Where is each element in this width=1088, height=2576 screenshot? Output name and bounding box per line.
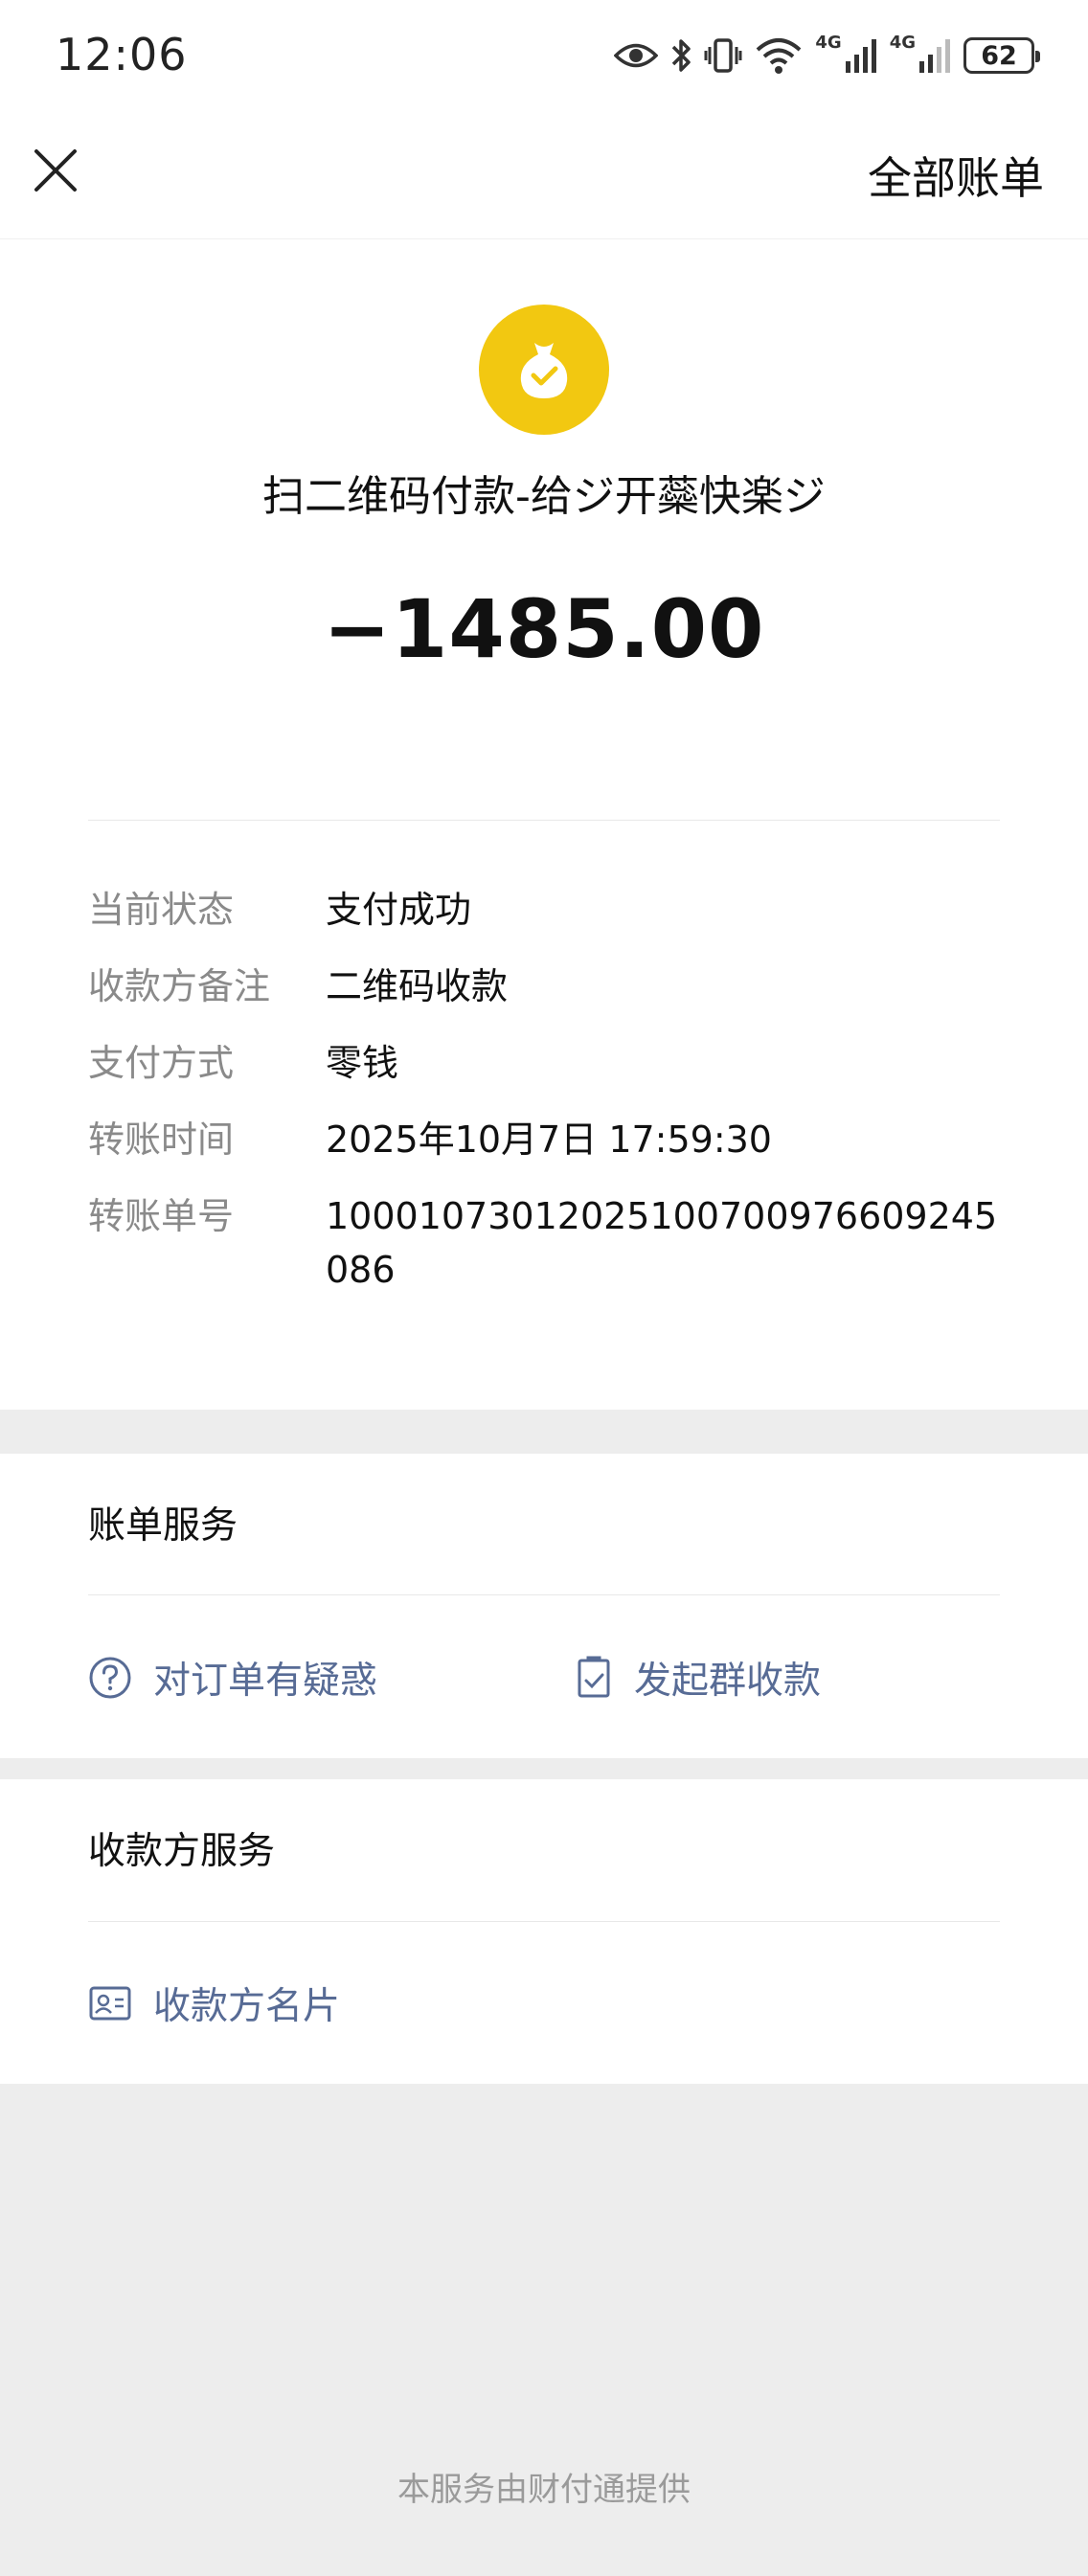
detail-row-payee-note: 收款方备注 二维码收款 xyxy=(88,960,1000,1013)
contact-card-icon xyxy=(89,1986,131,2021)
divider xyxy=(88,820,1000,821)
transaction-amount: −1485.00 xyxy=(323,582,765,676)
status-bar: 12:06 4G 4G 62 xyxy=(0,0,1088,115)
transaction-card: 扫二维码付款-给ジ开蘂快楽ジ −1485.00 当前状态 支付成功 收款方备注 … xyxy=(0,239,1088,1410)
detail-label: 支付方式 xyxy=(88,1042,235,1084)
payee-card-link[interactable]: 收款方名片 xyxy=(88,1977,340,2030)
wifi-icon xyxy=(757,38,802,74)
footer-provider-note: 本服务由财付通提供 xyxy=(397,2471,691,2509)
detail-value: 支付成功 xyxy=(326,889,472,931)
all-bills-button[interactable]: 全部账单 xyxy=(868,144,1044,207)
group-receipt-label: 发起群收款 xyxy=(634,1660,822,1703)
nav-bar: 全部账单 xyxy=(0,115,1088,239)
detail-value: 2025年10月7日 17:59:30 xyxy=(326,1119,772,1161)
payee-card-label: 收款方名片 xyxy=(153,1985,341,2028)
question-circle-icon xyxy=(89,1657,131,1699)
detail-label: 转账时间 xyxy=(88,1119,235,1161)
battery-level: 62 xyxy=(981,40,1017,71)
status-icons: 4G 4G 62 xyxy=(614,33,1040,79)
network-type-2: 4G xyxy=(889,33,916,53)
network-type-1: 4G xyxy=(815,33,842,53)
group-receipt-icon xyxy=(578,1656,610,1698)
detail-label: 收款方备注 xyxy=(88,965,271,1007)
order-question-label: 对订单有疑惑 xyxy=(153,1660,378,1703)
signal-icon-1 xyxy=(845,39,876,73)
payee-service-card: 收款方服务 收款方名片 xyxy=(0,1779,1088,2084)
divider xyxy=(88,1594,1000,1595)
status-time: 12:06 xyxy=(56,29,188,80)
close-button[interactable] xyxy=(29,144,82,197)
transaction-title: 扫二维码付款-给ジ开蘂快楽ジ xyxy=(262,472,826,521)
bluetooth-icon xyxy=(672,39,691,72)
divider xyxy=(88,1921,1000,1922)
detail-row-transfer-number: 转账单号 100010730120251007009766092450​86 xyxy=(88,1189,1000,1297)
order-question-link[interactable]: 对订单有疑惑 xyxy=(88,1651,377,1705)
payee-service-title: 收款方服务 xyxy=(88,1830,276,1873)
vibrate-icon xyxy=(704,38,742,73)
group-receipt-link[interactable]: 发起群收款 xyxy=(575,1651,821,1705)
detail-value[interactable]: 100010730120251007009766092450​86 xyxy=(326,1189,1000,1297)
eye-icon xyxy=(614,43,659,68)
detail-label: 转账单号 xyxy=(88,1195,235,1237)
detail-row-transfer-time: 转账时间 2025年10月7日 17:59:30 xyxy=(88,1113,1000,1166)
bill-service-title: 账单服务 xyxy=(88,1504,238,1548)
close-icon xyxy=(34,149,77,192)
bill-service-card: 账单服务 对订单有疑惑 发起群收款 xyxy=(0,1454,1088,1758)
signal-icon-2 xyxy=(919,39,950,73)
detail-value: 零钱 xyxy=(326,1042,399,1084)
detail-row-payment-method: 支付方式 零钱 xyxy=(88,1036,1000,1090)
money-bag-check-icon xyxy=(479,305,609,435)
detail-value: 二维码收款 xyxy=(326,965,509,1007)
detail-row-status: 当前状态 支付成功 xyxy=(88,883,1000,937)
detail-label: 当前状态 xyxy=(88,889,235,931)
battery-indicator: 62 xyxy=(963,37,1040,74)
